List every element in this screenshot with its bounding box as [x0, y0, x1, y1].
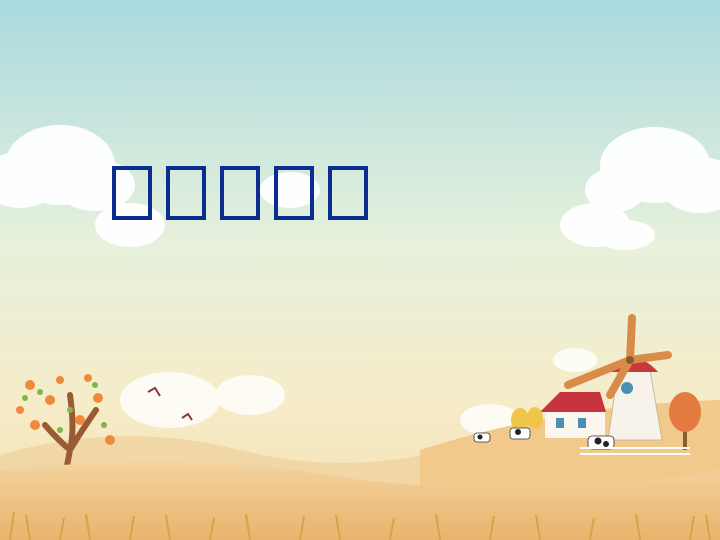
- cow-2: [509, 427, 531, 440]
- slide-title-placeholder-glyphs: [112, 166, 368, 220]
- missing-glyph-box: [166, 166, 206, 220]
- missing-glyph-box: [112, 166, 152, 220]
- missing-glyph-box: [328, 166, 368, 220]
- missing-glyph-box: [274, 166, 314, 220]
- cow-1: [473, 432, 491, 443]
- slide-background-illustration: [0, 0, 720, 540]
- missing-glyph-box: [220, 166, 260, 220]
